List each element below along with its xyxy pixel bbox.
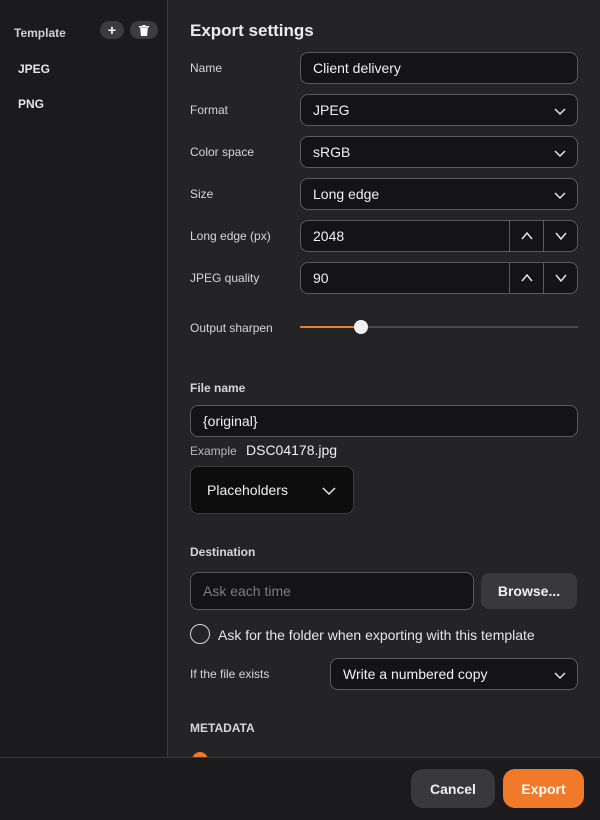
slider-thumb[interactable] — [354, 320, 369, 334]
chevron-down-icon — [554, 274, 567, 283]
jpeg-quality-decrement-button[interactable] — [543, 263, 577, 293]
example-value: DSC04178.jpg — [246, 442, 338, 458]
chevron-down-icon — [554, 232, 567, 241]
add-template-button[interactable]: + — [100, 21, 124, 39]
jpeg-quality-input[interactable]: 90 — [300, 262, 578, 294]
chevron-up-icon — [520, 273, 533, 282]
chevron-down-icon — [554, 192, 566, 200]
chevron-up-icon — [520, 231, 533, 240]
slider-fill — [300, 326, 362, 328]
file-name-heading: File name — [190, 381, 246, 395]
if-file-exists-value: Write a numbered copy — [343, 666, 488, 682]
cancel-button[interactable]: Cancel — [411, 769, 495, 808]
example-label: Example — [190, 444, 237, 458]
export-label: Export — [521, 780, 566, 797]
placeholders-button[interactable]: Placeholders — [190, 466, 354, 514]
destination-placeholder: Ask each time — [203, 583, 291, 599]
output-sharpen-slider[interactable] — [300, 320, 578, 334]
plus-icon: + — [107, 22, 117, 38]
jpeg-quality-increment-button[interactable] — [509, 263, 543, 293]
destination-input[interactable]: Ask each time — [190, 572, 474, 610]
browse-label: Browse... — [497, 583, 561, 599]
template-heading: Template — [14, 26, 66, 40]
long-edge-decrement-button[interactable] — [543, 221, 577, 251]
name-field[interactable]: Client delivery — [300, 52, 578, 84]
long-edge-label: Long edge (px) — [190, 229, 271, 243]
long-edge-value: 2048 — [313, 228, 345, 244]
metadata-heading: METADATA — [190, 721, 255, 735]
color-space-label: Color space — [190, 145, 255, 159]
jpeg-quality-label: JPEG quality — [190, 271, 260, 285]
long-edge-input[interactable]: 2048 — [300, 220, 578, 252]
ask-folder-label[interactable]: Ask for the folder when exporting with t… — [218, 627, 535, 643]
sidebar-item-png[interactable]: PNG — [18, 97, 44, 111]
format-select[interactable]: JPEG — [300, 94, 578, 126]
color-space-select[interactable]: sRGB — [300, 136, 578, 168]
placeholders-label: Placeholders — [207, 482, 288, 498]
trash-icon — [139, 24, 149, 36]
if-file-exists-select[interactable]: Write a numbered copy — [330, 658, 578, 690]
size-select[interactable]: Long edge — [300, 178, 578, 210]
page-title: Export settings — [190, 21, 314, 40]
browse-button[interactable]: Browse... — [481, 573, 577, 609]
name-label: Name — [190, 61, 223, 75]
size-value: Long edge — [313, 186, 380, 202]
size-label: Size — [190, 187, 214, 201]
file-name-value: {original} — [203, 413, 258, 429]
if-file-exists-label: If the file exists — [190, 667, 270, 681]
sidebar-item-jpeg[interactable]: JPEG — [18, 62, 50, 76]
delete-template-button[interactable] — [130, 21, 158, 39]
file-name-input[interactable]: {original} — [190, 405, 578, 437]
chevron-down-icon — [554, 108, 566, 116]
chevron-down-icon — [554, 672, 566, 680]
destination-heading: Destination — [190, 545, 256, 559]
color-space-value: sRGB — [313, 144, 351, 160]
chevron-down-icon — [554, 150, 566, 158]
name-value: Client delivery — [313, 60, 401, 76]
export-button[interactable]: Export — [503, 769, 584, 808]
format-value: JPEG — [313, 102, 350, 118]
template-sidebar: Template + JPEG PNG — [0, 0, 168, 757]
output-sharpen-label: Output sharpen — [190, 321, 273, 335]
chevron-down-icon — [322, 487, 336, 496]
format-label: Format — [190, 103, 229, 117]
cancel-label: Cancel — [430, 780, 476, 797]
ask-folder-radio[interactable] — [190, 624, 210, 644]
long-edge-increment-button[interactable] — [509, 221, 543, 251]
jpeg-quality-value: 90 — [313, 270, 329, 286]
